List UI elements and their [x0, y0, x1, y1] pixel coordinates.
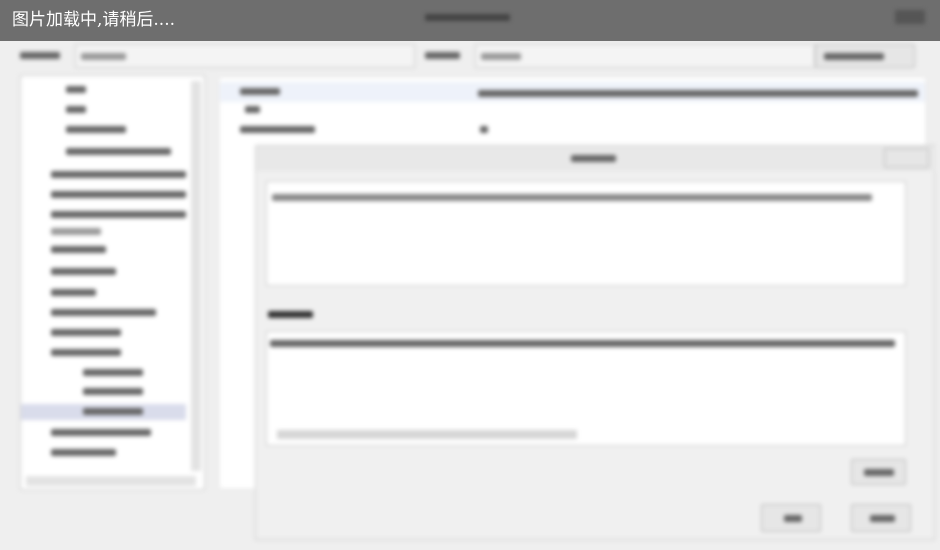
dialog-close-button[interactable] — [884, 148, 929, 168]
address-bar[interactable] — [75, 44, 415, 68]
ok-button[interactable] — [761, 504, 821, 532]
value-preview-textarea[interactable] — [266, 331, 906, 446]
registry-tree[interactable] — [20, 75, 205, 490]
apply-button[interactable] — [851, 459, 906, 485]
close-icon[interactable] — [890, 0, 930, 41]
tree-scrollbar[interactable] — [191, 81, 201, 471]
value-data-textarea[interactable] — [266, 181, 906, 286]
loading-text: 图片加载中,请稍后.... — [12, 10, 176, 30]
edit-value-dialog — [255, 145, 936, 540]
horizontal-scrollbar[interactable] — [277, 430, 577, 439]
find-input[interactable] — [475, 44, 815, 68]
address-label — [20, 52, 60, 59]
cancel-button[interactable] — [851, 504, 911, 532]
blurred-dialog — [0, 0, 940, 550]
find-button[interactable] — [815, 44, 915, 68]
loading-overlay: 图片加载中,请稍后.... — [0, 0, 940, 41]
find-label — [425, 52, 460, 59]
